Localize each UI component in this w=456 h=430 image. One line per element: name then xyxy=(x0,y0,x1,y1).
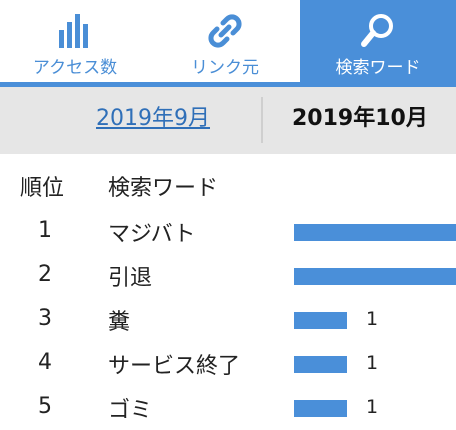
search-word: 糞 xyxy=(108,310,131,335)
count-value: 1 xyxy=(366,308,379,330)
count-bar xyxy=(294,268,456,285)
count-bar xyxy=(294,312,347,329)
count-bar xyxy=(294,356,347,373)
link-icon xyxy=(208,14,242,48)
search-word: マジバト xyxy=(108,222,196,247)
table-row: 5 ゴミ 1 xyxy=(0,390,456,430)
count-bar xyxy=(294,400,347,417)
tab-bar: アクセス数 リンク元 検索ワード xyxy=(0,0,456,87)
tab-referrer[interactable]: リンク元 xyxy=(150,0,300,82)
table-row: 2 引退 xyxy=(0,258,456,298)
table-row: 4 サービス終了 1 xyxy=(0,346,456,386)
rank-value: 1 xyxy=(38,218,52,243)
previous-month-link[interactable]: 2019年9月 xyxy=(96,105,210,133)
tab-label: アクセス数 xyxy=(32,58,118,78)
count-value: 1 xyxy=(366,396,379,418)
rank-value: 4 xyxy=(38,350,52,375)
tab-label: 検索ワード xyxy=(335,58,421,78)
tab-search-words[interactable]: 検索ワード xyxy=(300,0,456,84)
count-bar xyxy=(294,224,456,241)
search-word: 引退 xyxy=(108,266,153,291)
rank-value: 2 xyxy=(38,262,52,287)
word-header: 検索ワード xyxy=(108,176,219,201)
magnifier-icon xyxy=(361,14,393,47)
month-divider xyxy=(261,97,263,143)
table-row: 1 マジバト xyxy=(0,214,456,254)
rank-value: 5 xyxy=(38,394,52,419)
rank-header: 順位 xyxy=(20,176,65,201)
table-row: 3 糞 1 xyxy=(0,302,456,342)
rank-value: 3 xyxy=(38,306,52,331)
search-word: ゴミ xyxy=(108,398,153,423)
table-header: 順位 検索ワード xyxy=(0,170,456,202)
tab-access-count[interactable]: アクセス数 xyxy=(0,0,150,82)
current-month: 2019年10月 xyxy=(292,106,428,131)
tab-label: リンク元 xyxy=(191,58,259,78)
search-word: サービス終了 xyxy=(108,354,241,379)
bar-chart-icon xyxy=(59,14,88,48)
month-selector: 2019年9月 2019年10月 xyxy=(0,87,456,154)
count-value: 1 xyxy=(366,352,379,374)
